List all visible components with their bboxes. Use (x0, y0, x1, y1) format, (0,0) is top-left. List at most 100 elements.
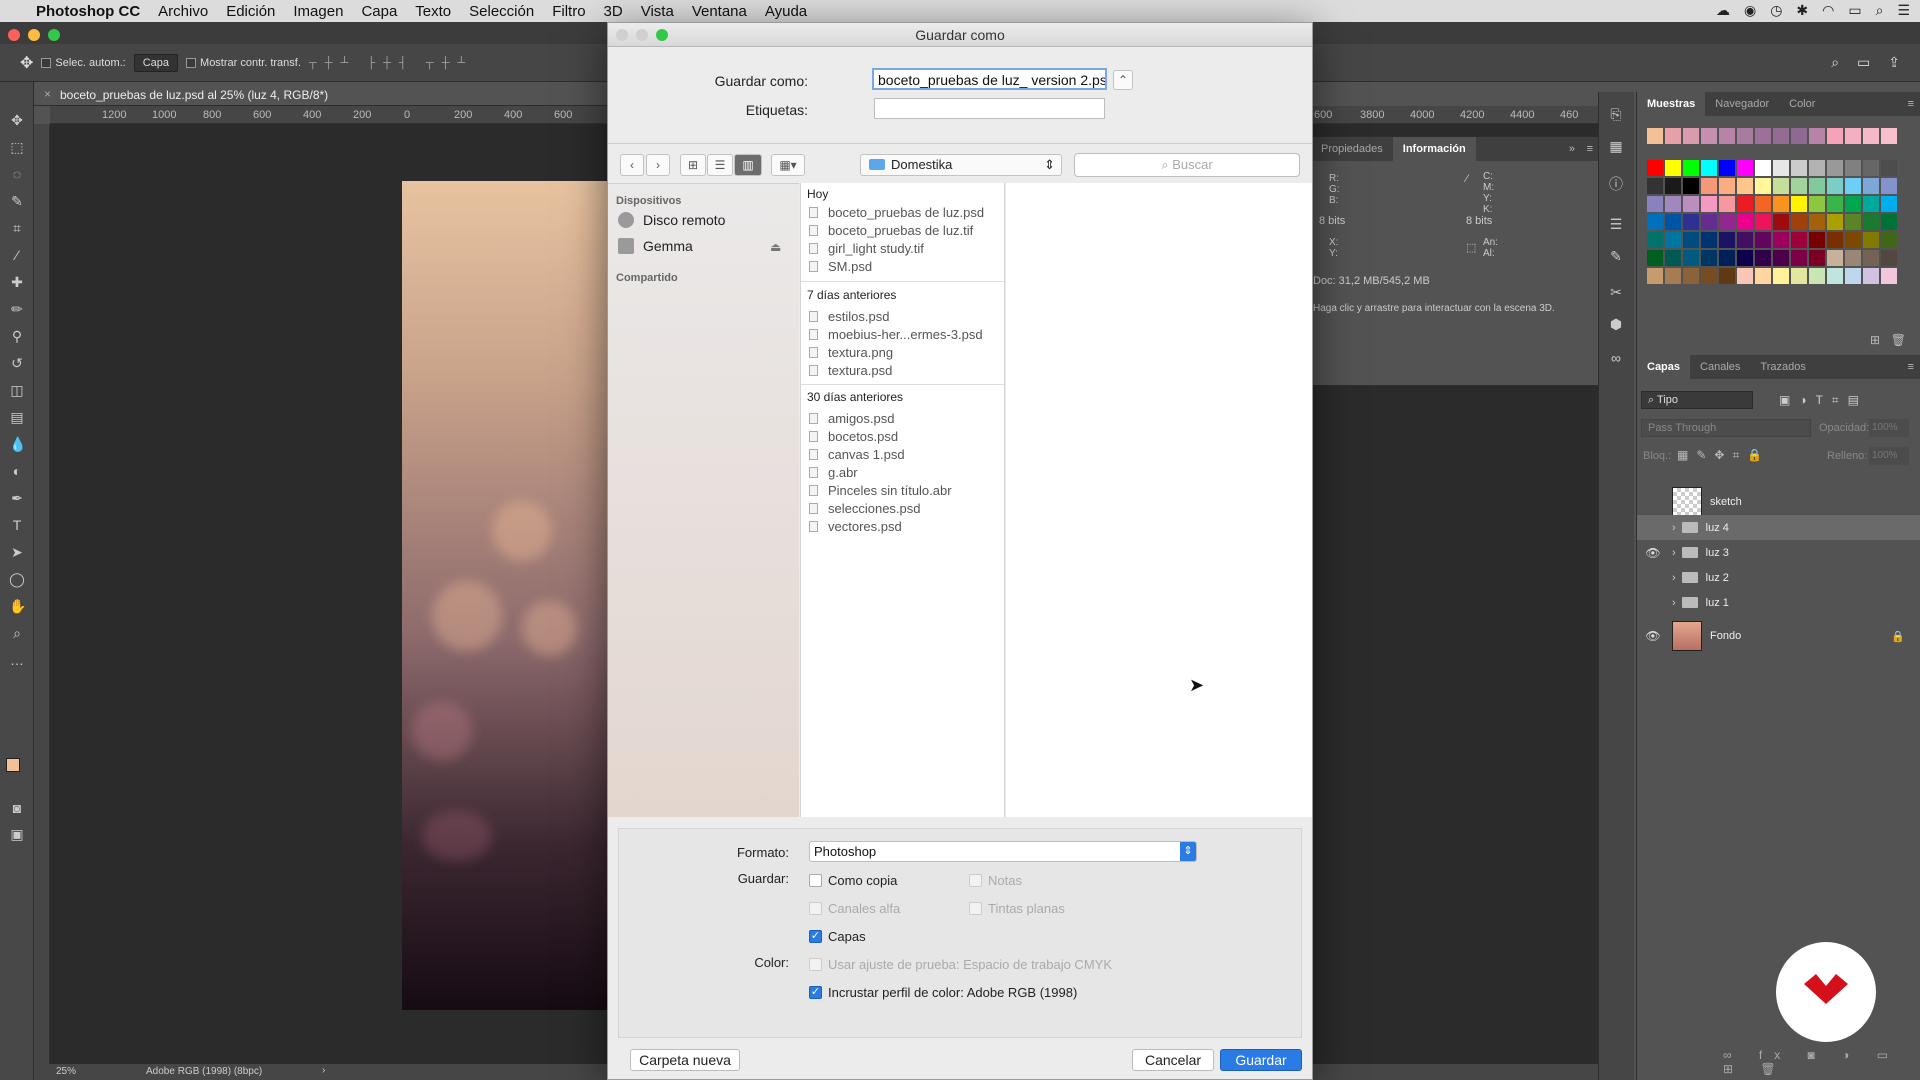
layer-row[interactable]: sketch (1637, 485, 1920, 519)
move-tool-icon[interactable]: ✥ (20, 53, 33, 73)
color-swatch[interactable] (1827, 250, 1843, 266)
color-swatch[interactable] (1827, 232, 1843, 248)
list-item[interactable]: bocetos.psd (809, 429, 898, 444)
layer-row[interactable]: 👁 Fondo 🔒 (1637, 619, 1920, 653)
filename-input[interactable]: boceto_pruebas de luz_ version 2.psd (872, 68, 1107, 90)
color-swatch[interactable] (1881, 160, 1897, 176)
color-swatch[interactable] (1701, 214, 1717, 230)
color-swatch[interactable] (1647, 178, 1663, 194)
new-folder-button[interactable]: Carpeta nueva (630, 1049, 740, 1071)
shape-tool-icon[interactable]: ◯ (9, 571, 25, 587)
recent-color-swatch[interactable] (1701, 128, 1717, 144)
color-swatch[interactable] (1845, 160, 1861, 176)
color-swatch[interactable] (1791, 196, 1807, 212)
hand-tool-icon[interactable]: ✋ (9, 598, 26, 614)
color-swatch[interactable] (1881, 232, 1897, 248)
align-icons[interactable]: ┬┼┴ ├┼┤ ┬┼┴ (309, 57, 473, 69)
color-swatch[interactable] (1755, 250, 1771, 266)
color-swatch[interactable] (1737, 250, 1753, 266)
recent-color-swatch[interactable] (1719, 128, 1735, 144)
info-icon[interactable]: ⓘ (1608, 176, 1624, 192)
move-tool-icon[interactable]: ✥ (9, 112, 25, 128)
chevron-right-icon[interactable]: › (1672, 597, 1676, 609)
column-view-button[interactable]: ▥ (734, 154, 762, 176)
color-swatch[interactable] (1701, 268, 1717, 284)
list-item[interactable]: canvas 1.psd (809, 447, 905, 462)
color-swatch[interactable] (1647, 250, 1663, 266)
menu-filtro[interactable]: Filtro (543, 3, 594, 20)
proof-setup-checkbox[interactable]: Usar ajuste de prueba: Espacio de trabaj… (809, 957, 1112, 972)
workspace-icon[interactable]: ▭ (1857, 54, 1870, 71)
dodge-tool-icon[interactable]: ◐ (9, 463, 25, 479)
trash-icon[interactable]: 🗑 (1891, 333, 1906, 347)
stamp-tool-icon[interactable]: ⚲ (9, 328, 25, 344)
color-swatch[interactable] (1755, 214, 1771, 230)
recent-color-swatch[interactable] (1755, 128, 1771, 144)
panel-menu-icon[interactable]: ≡ (1908, 361, 1914, 373)
color-swatch[interactable] (1665, 250, 1681, 266)
color-swatch[interactable] (1773, 196, 1789, 212)
menu-ayuda[interactable]: Ayuda (756, 3, 816, 20)
color-swatch[interactable] (1647, 160, 1663, 176)
color-swatch[interactable] (1647, 196, 1663, 212)
save-button[interactable]: Guardar (1220, 1049, 1302, 1071)
list-item[interactable]: SM.psd (809, 259, 872, 274)
recent-color-swatch[interactable] (1737, 128, 1753, 144)
color-swatch[interactable] (1719, 214, 1735, 230)
color-swatch[interactable] (1701, 232, 1717, 248)
healing-tool-icon[interactable]: ✚ (9, 274, 25, 290)
color-swatch[interactable] (1647, 214, 1663, 230)
color-swatch[interactable] (1791, 250, 1807, 266)
color-swatch[interactable] (1827, 268, 1843, 284)
color-swatch[interactable] (1791, 232, 1807, 248)
recent-color-swatch[interactable] (1809, 128, 1825, 144)
list-item[interactable]: boceto_pruebas de luz.tif (809, 223, 973, 238)
battery-icon[interactable]: ▭ (1848, 2, 1861, 19)
eye-icon[interactable]: 👁 (1642, 546, 1664, 560)
eye-icon[interactable]: 👁 (1642, 629, 1664, 643)
recent-color-swatch[interactable] (1683, 128, 1699, 144)
color-swatch[interactable] (1737, 160, 1753, 176)
cancel-button[interactable]: Cancelar (1132, 1049, 1214, 1071)
color-swatch[interactable] (1683, 250, 1699, 266)
recent-color-swatch[interactable] (1773, 128, 1789, 144)
menu-edicion[interactable]: Edición (217, 3, 284, 20)
color-swatch[interactable] (1737, 196, 1753, 212)
zoom-window-icon[interactable] (48, 29, 60, 41)
adjustments-icon[interactable]: ☰ (1608, 216, 1624, 232)
color-swatch[interactable] (1881, 268, 1897, 284)
layer-row[interactable]: › luz 4 (1637, 515, 1920, 540)
more-tools-icon[interactable]: … (9, 652, 25, 668)
color-swatch[interactable] (1845, 268, 1861, 284)
tab-properties[interactable]: Propiedades (1311, 143, 1393, 155)
chevron-right-icon[interactable]: › (322, 1065, 325, 1076)
color-swatch[interactable] (1809, 214, 1825, 230)
alpha-channels-checkbox[interactable]: Canales alfa (809, 901, 900, 916)
color-swatch[interactable] (1791, 178, 1807, 194)
eraser-tool-icon[interactable]: ◫ (9, 382, 25, 398)
history-brush-tool-icon[interactable]: ↺ (9, 355, 25, 371)
tool-presets-icon[interactable]: ✂ (1608, 284, 1624, 300)
layer-row[interactable]: › luz 2 (1637, 565, 1920, 590)
color-swatch[interactable] (1809, 178, 1825, 194)
color-swatch[interactable] (1863, 268, 1879, 284)
recent-color-swatch[interactable] (1863, 128, 1879, 144)
color-swatch[interactable] (1737, 178, 1753, 194)
color-swatch[interactable] (1773, 160, 1789, 176)
color-swatch[interactable] (1665, 214, 1681, 230)
color-swatch[interactable] (1701, 160, 1717, 176)
list-item[interactable]: moebius-her...ermes-3.psd (809, 327, 983, 342)
minimize-window-icon[interactable] (28, 29, 40, 41)
color-swatch[interactable] (1755, 178, 1771, 194)
menu-3d[interactable]: 3D (595, 3, 632, 20)
blur-tool-icon[interactable]: 💧 (9, 436, 26, 452)
eject-icon[interactable]: ⏏ (770, 240, 781, 254)
collapse-panel-icon[interactable]: » (1569, 143, 1575, 155)
3d-icon[interactable]: ⬢ (1608, 316, 1624, 332)
zoom-tool-icon[interactable]: ⌕ (9, 625, 25, 641)
color-swatch[interactable] (1881, 214, 1897, 230)
lock-icons[interactable]: ▦✎✥⌗🔒 (1677, 448, 1770, 463)
color-swatch[interactable] (1719, 160, 1735, 176)
color-swatch[interactable] (1755, 268, 1771, 284)
search-field[interactable]: ⌕ Buscar (1074, 153, 1300, 177)
